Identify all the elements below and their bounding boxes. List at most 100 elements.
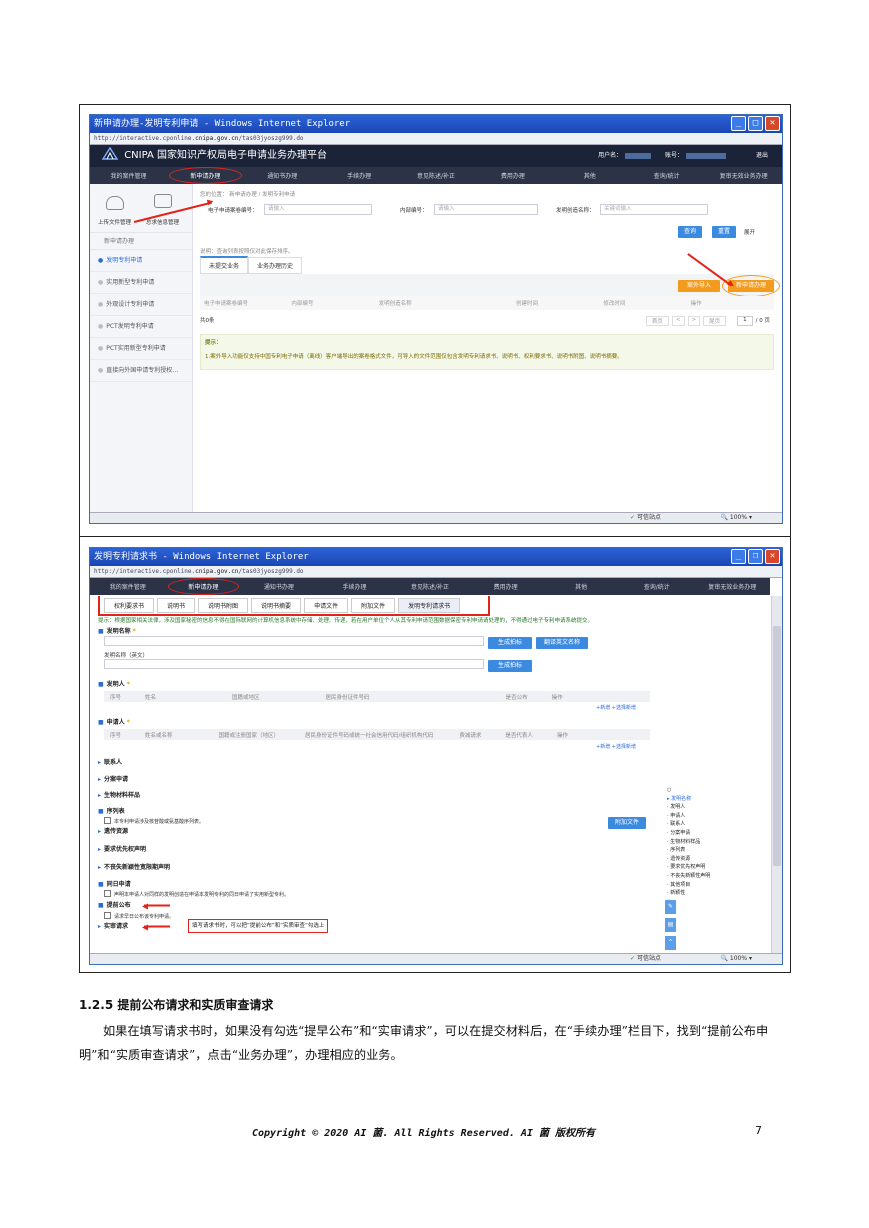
float-edit-icon[interactable]: ✎ (665, 900, 676, 914)
index-item[interactable]: · 新颖性 (667, 889, 710, 898)
vertical-scrollbar[interactable] (771, 596, 782, 953)
english-name-input[interactable] (104, 659, 484, 669)
index-item[interactable]: · 联系人 (667, 820, 710, 829)
sidebar-item-utility[interactable]: 实用新型专利申请 (90, 272, 192, 294)
sidebar-item-design[interactable]: 外观设计专利申请 (90, 294, 192, 316)
address-bar[interactable]: http://interactive.cponline.cnipa.gov.cn… (90, 133, 782, 145)
index-item[interactable]: · 分案申请 (667, 829, 710, 838)
request-form: 权利要求书 说明书 说明书附图 说明书摘要 申请文件 附加文件 发明专利请求书 … (90, 596, 770, 953)
title-input[interactable]: 关键词输入 (600, 204, 708, 215)
upload-cloud-icon[interactable] (106, 196, 124, 210)
nav-item-new-application[interactable]: 新申请办理 (167, 167, 244, 184)
attach-file-button[interactable]: 附加文件 (608, 817, 646, 829)
section-index: ○ ▸ 发明名称 · 发明人 · 申请人 · 联系人 · 分案申请 · 生物材料… (667, 787, 711, 905)
minimize-button[interactable]: _ (731, 549, 746, 564)
query-button[interactable]: 查询 (678, 226, 702, 238)
nav-item-query[interactable]: 查询/统计 (619, 582, 695, 591)
index-item[interactable]: · 生物材料样品 (667, 838, 710, 847)
section-divisional: ▸ 分案申请 (98, 776, 129, 783)
nav-item-reexamination[interactable]: 复审无效业务办理 (695, 582, 771, 591)
window-title: 发明专利请求书 - Windows Internet Explorer (94, 552, 309, 562)
applicant-add-link[interactable]: +新增 +选择新增 (596, 743, 636, 750)
index-item[interactable]: · 序列表 (667, 846, 710, 855)
nav-item-other[interactable]: 其他 (551, 171, 628, 180)
index-item[interactable]: · 发明人 (667, 803, 710, 812)
sequence-checkbox[interactable]: 本专利申请涉及核苷酸或氨基酸序列表。 (104, 817, 204, 825)
inventor-table-header: 序号 姓名 国籍或地区 居民身份证件号码 是否公布 操作 (104, 691, 650, 702)
tip-panel: 提示： 1.案外导入功能仅支持中国专利电子申请（离线）客户端导出的案卷格式文件，… (200, 334, 774, 370)
nav-item-opinions[interactable]: 意见陈述/补正 (398, 171, 475, 180)
zoom-level[interactable]: 🔍 100% ▾ (721, 954, 752, 964)
upload-file-manage-link[interactable]: 上传文件管理 (98, 218, 131, 226)
reset-button[interactable]: 重置 (712, 226, 736, 238)
case-no-input[interactable]: 请输入 (264, 204, 372, 215)
close-button[interactable]: ✕ (765, 549, 780, 564)
section-contact: ▸ 联系人 (98, 759, 123, 766)
import-button[interactable]: 案外导入 (678, 280, 720, 292)
pager-last[interactable]: 尾页 (703, 316, 727, 326)
nav-item-opinions[interactable]: 意见陈述/补正 (392, 582, 468, 591)
address-bar[interactable]: http://interactive.cponline.cnipa.gov.cn… (90, 566, 782, 578)
section-priority: ▸ 要求优先权声明 (98, 846, 147, 853)
pager-next[interactable]: > (687, 316, 701, 326)
nav-item-my-cases[interactable]: 我的案件管理 (90, 582, 166, 591)
nav-item-procedures[interactable]: 手续办理 (321, 171, 398, 180)
nav-item-notices[interactable]: 通知书办理 (241, 582, 317, 591)
float-top-icon[interactable]: ^ (665, 936, 676, 950)
index-item[interactable]: · 遗传资源 (667, 855, 710, 864)
minimize-button[interactable]: _ (731, 116, 746, 131)
cnipa-logo-icon (102, 147, 118, 160)
sidebar-item-pct-utility[interactable]: PCT实用新型专利申请 (90, 338, 192, 360)
internal-no-input[interactable]: 请输入 (434, 204, 538, 215)
same-day-checkbox[interactable]: 声明本申请人对同样的发明创造在申请本发明专利的同日申请了实用新型专利。 (104, 890, 289, 898)
section-applicant: ■ 申请人 * (98, 719, 130, 726)
generate-button[interactable]: 生成拍标 (488, 637, 532, 649)
logout-link[interactable]: 退出 (756, 152, 768, 159)
restore-button[interactable]: ❐ (748, 549, 763, 564)
nav-item-fees[interactable]: 费用办理 (468, 582, 544, 591)
invention-name-input[interactable] (104, 636, 484, 646)
nav-item-new-application[interactable]: 新申请办理 (166, 578, 242, 595)
pager-prev[interactable]: < (671, 316, 685, 326)
float-save-icon[interactable]: ▤ (665, 918, 676, 932)
section-invention-name: ■ 发明名称 * (98, 628, 136, 635)
generate-button-en[interactable]: 生成拍标 (488, 660, 532, 672)
sidebar-item-foreign[interactable]: 直接向外国申请专利授权… (90, 360, 192, 382)
tab-unsubmitted[interactable]: 未提交业务 (200, 256, 249, 274)
nav-item-procedures[interactable]: 手续办理 (317, 582, 393, 591)
index-item[interactable]: · 申请人 (667, 812, 710, 821)
zoom-level[interactable]: 🔍 100% ▾ (721, 513, 752, 523)
nav-item-reexamination[interactable]: 复审无效业务办理 (705, 171, 782, 180)
message-icon[interactable] (154, 194, 172, 208)
total-count: 共0条 (200, 318, 215, 324)
index-item[interactable]: ▸ 发明名称 (667, 795, 710, 804)
case-no-label: 电子申请案卷编号： (208, 208, 258, 214)
sidebar-item-pct-invention[interactable]: PCT发明专利申请 (90, 316, 192, 338)
section-same-day: ■ 同日申请 (98, 881, 131, 888)
section-paragraph: 如果在填写请求书时，如果没有勾选“提早公布”和“实审请求”，可以在提交材料后，在… (79, 1024, 769, 1062)
annotation-note: 填写请求书时，可以把“提前公布”和“实质审查”勾选上 (188, 919, 329, 933)
close-button[interactable]: ✕ (765, 116, 780, 131)
nav-item-fees[interactable]: 费用办理 (474, 171, 551, 180)
index-item[interactable]: · 其他项目 (667, 881, 710, 890)
copyright-footer: Copyright © 2020 AI 菌. All Rights Reserv… (252, 1128, 595, 1139)
title-label: 发明创造名称： (556, 208, 595, 214)
expand-toggle[interactable]: 展开 (744, 227, 755, 239)
pager-first[interactable]: 首页 (645, 316, 669, 326)
sidebar-tools: 上传文件管理 总求信息管理 (90, 184, 192, 232)
nav-item-query[interactable]: 查询/统计 (628, 171, 705, 180)
pager-page-input[interactable]: 1 (737, 316, 753, 326)
nav-item-my-cases[interactable]: 我的案件管理 (90, 171, 167, 180)
index-item[interactable]: · 要求优先权声明 (667, 863, 710, 872)
nav-item-other[interactable]: 其他 (543, 582, 619, 591)
sidebar-item-invention[interactable]: 发明专利申请 (90, 250, 192, 272)
inventor-add-link[interactable]: +新增 +选择新增 (596, 704, 636, 711)
tab-history[interactable]: 业务办理历史 (248, 257, 303, 274)
nav-item-notices[interactable]: 通知书办理 (244, 171, 321, 180)
index-item[interactable]: · 不丧失新颖性声明 (667, 872, 710, 881)
early-publication-checkbox[interactable]: 请求早日公布该专利申请。 (104, 912, 174, 920)
info-manage-link[interactable]: 总求信息管理 (146, 218, 179, 226)
trusted-site-status: 可信站点 (630, 513, 661, 523)
translate-button[interactable]: 翻译英文名称 (536, 637, 588, 649)
maximize-button[interactable]: □ (748, 116, 763, 131)
